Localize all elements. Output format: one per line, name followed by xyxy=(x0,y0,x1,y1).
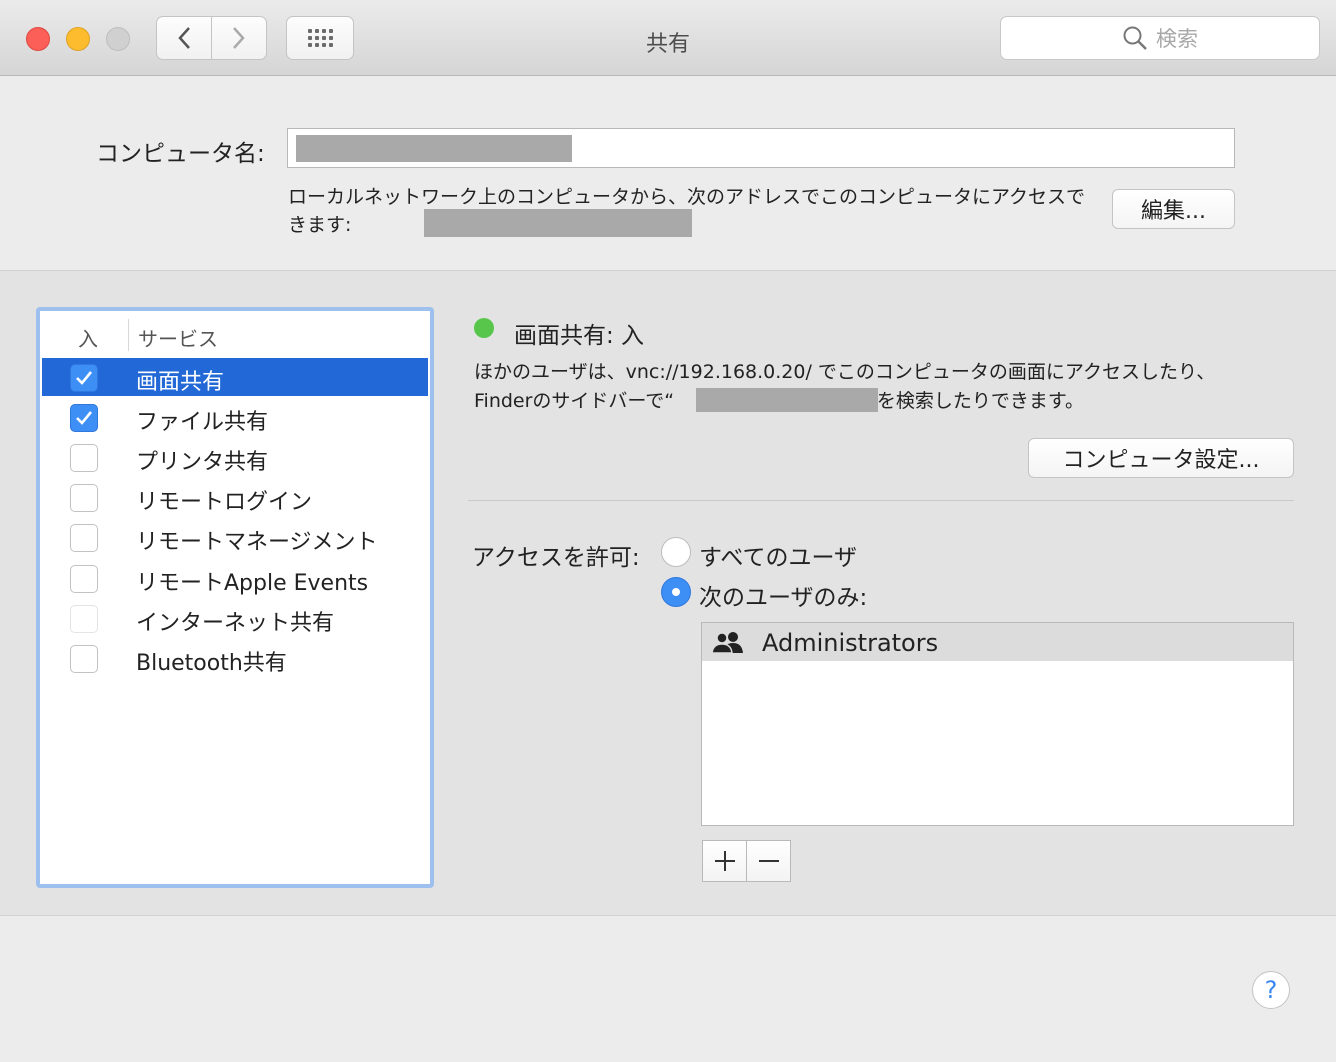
search-placeholder: 検索 xyxy=(1156,27,1198,51)
checkmark-icon xyxy=(76,371,93,385)
checkmark-icon xyxy=(76,411,93,425)
service-label: プリンタ共有 xyxy=(136,450,269,475)
service-row-screen-sharing[interactable]: 画面共有 xyxy=(42,358,428,396)
column-on-header: 入 xyxy=(78,327,98,351)
bluetooth-sharing-checkbox[interactable] xyxy=(70,645,98,673)
service-label: リモートApple Events xyxy=(136,571,369,596)
remote-login-checkbox[interactable] xyxy=(70,484,98,512)
remote-management-checkbox[interactable] xyxy=(70,524,98,552)
service-label: リモートログイン xyxy=(136,490,313,515)
search-icon xyxy=(1123,26,1147,50)
search-field[interactable]: 検索 xyxy=(1000,16,1320,60)
service-label: リモートマネージメント xyxy=(136,530,378,555)
remote-apple-events-checkbox[interactable] xyxy=(70,565,98,593)
status-indicator xyxy=(474,318,494,338)
minus-icon xyxy=(758,860,779,862)
services-list-header: 入 サービス xyxy=(40,311,430,355)
service-row-internet-sharing[interactable]: インターネット共有 xyxy=(42,599,428,637)
file-sharing-checkbox[interactable] xyxy=(70,404,98,432)
service-info-text: ほかのユーザは、vnc://192.168.0.20/ でこのコンピュータの画面… xyxy=(474,361,1216,412)
add-user-button[interactable] xyxy=(702,840,747,882)
only-these-users-label[interactable]: 次のユーザのみ: xyxy=(699,578,867,612)
edit-button[interactable]: 編集... xyxy=(1112,189,1235,229)
services-list[interactable]: 入 サービス 画面共有 ファイル共有 プリンタ共有 リモートログイン リモートマ… xyxy=(36,307,434,888)
redacted-local-address xyxy=(424,209,692,237)
service-row-printer-sharing[interactable]: プリンタ共有 xyxy=(42,438,428,476)
service-label: Bluetooth共有 xyxy=(136,651,287,676)
all-users-radio[interactable] xyxy=(661,537,691,567)
service-row-remote-apple-events[interactable]: リモートApple Events xyxy=(42,559,428,597)
service-row-remote-management[interactable]: リモートマネージメント xyxy=(42,518,428,556)
service-row-file-sharing[interactable]: ファイル共有 xyxy=(42,398,428,436)
group-icon xyxy=(711,632,743,653)
allow-access-label: アクセスを許可: xyxy=(472,545,640,571)
redacted-computer-name-in-info xyxy=(696,388,878,412)
all-users-label[interactable]: すべてのユーザ xyxy=(699,538,857,572)
only-these-users-radio[interactable] xyxy=(661,577,691,607)
user-row-administrators[interactable]: Administrators xyxy=(702,623,1293,661)
allowed-users-list[interactable]: Administrators xyxy=(701,622,1294,826)
internet-sharing-checkbox[interactable] xyxy=(70,605,98,633)
help-button[interactable]: ? xyxy=(1252,971,1290,1009)
service-label: インターネット共有 xyxy=(136,611,335,636)
remove-user-button[interactable] xyxy=(746,840,791,882)
divider xyxy=(468,500,1294,501)
printer-sharing-checkbox[interactable] xyxy=(70,444,98,472)
redacted-computer-name xyxy=(296,135,572,162)
computer-name-label: コンピュータ名: xyxy=(96,141,265,167)
service-label: ファイル共有 xyxy=(136,410,269,435)
service-row-remote-login[interactable]: リモートログイン xyxy=(42,478,428,516)
service-row-bluetooth-sharing[interactable]: Bluetooth共有 xyxy=(42,639,428,677)
service-label: 画面共有 xyxy=(136,370,225,395)
computer-name-area xyxy=(0,77,1336,270)
service-status: 画面共有: 入 xyxy=(514,323,645,349)
computer-settings-button[interactable]: コンピュータ設定... xyxy=(1028,438,1294,478)
title-bar: 共有 検索 xyxy=(0,0,1336,76)
plus-icon xyxy=(714,851,735,871)
user-label: Administrators xyxy=(762,629,939,657)
screen-sharing-checkbox[interactable] xyxy=(70,364,98,392)
column-service-header: サービス xyxy=(138,327,218,351)
